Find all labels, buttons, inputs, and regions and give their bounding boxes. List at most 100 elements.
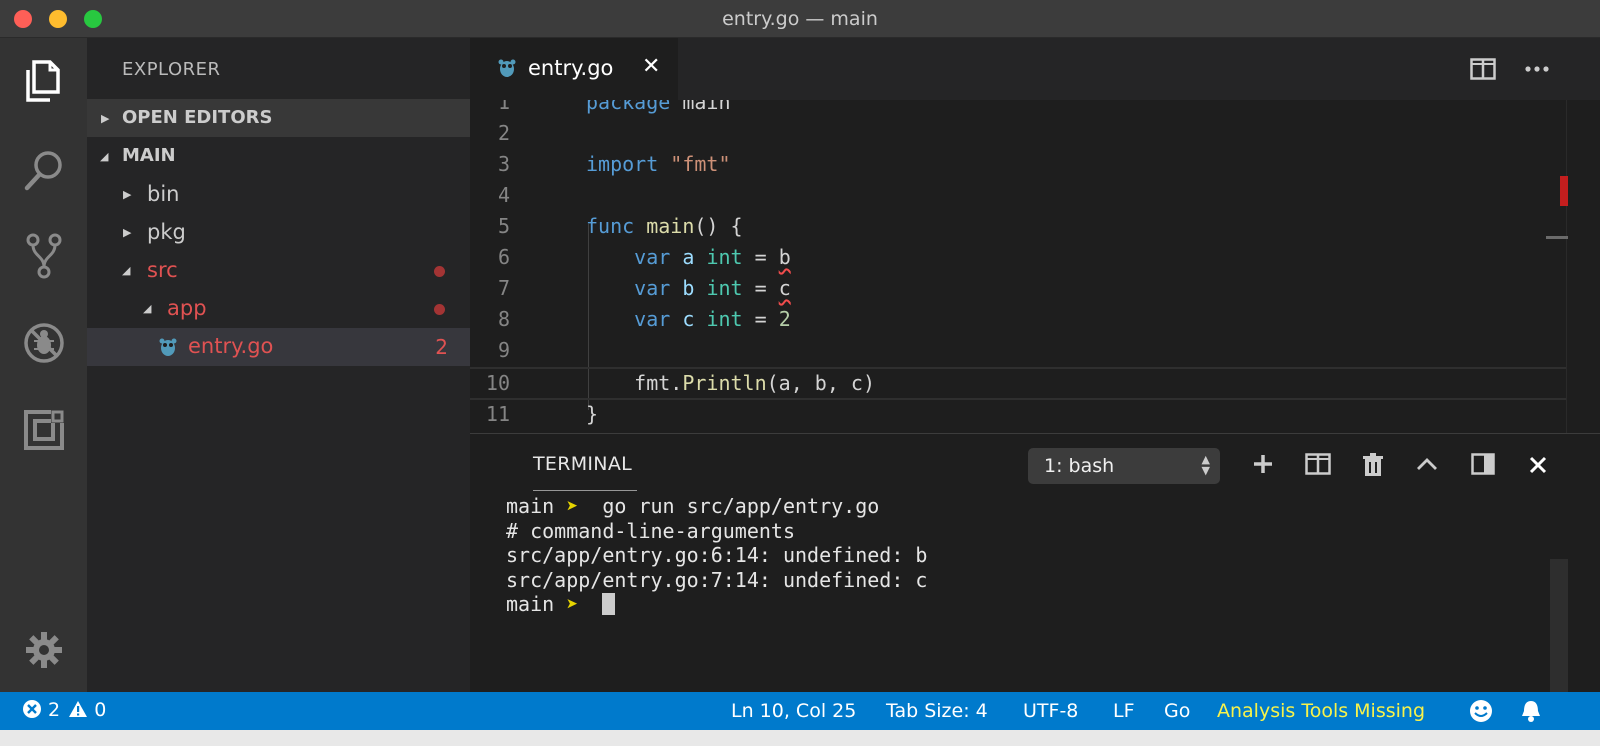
- prompt-arrow-icon: ➤: [566, 592, 579, 616]
- function-token: main: [646, 214, 695, 238]
- terminal-output[interactable]: main ➤ go run src/app/entry.go # command…: [506, 494, 927, 617]
- code-line-8: 8 var c int = 2: [470, 305, 1566, 336]
- identifier-token: main: [682, 100, 731, 114]
- tab-size[interactable]: Tab Size: 4: [886, 700, 988, 722]
- error-squiggle[interactable]: b: [779, 245, 791, 269]
- tree-item-label: pkg: [147, 220, 186, 244]
- line-number: 11: [485, 402, 510, 426]
- tree-item-label: entry.go: [188, 334, 274, 358]
- cursor-position[interactable]: Ln 10, Col 25: [731, 700, 856, 722]
- code-line-1: 1 package main: [470, 100, 1566, 119]
- identifier-token: b: [682, 276, 695, 300]
- editor-tab-bar: entry.go ✕: [470, 38, 1600, 100]
- new-terminal-icon[interactable]: [1252, 453, 1274, 475]
- output-line: src/app/entry.go:7:14: undefined: c: [506, 567, 928, 592]
- keyword-token: package: [586, 100, 671, 114]
- keyword-token: var: [634, 245, 671, 269]
- error-squiggle[interactable]: c: [779, 276, 791, 300]
- tab-entry-go[interactable]: entry.go ✕: [470, 38, 678, 100]
- line-number: 1: [497, 100, 510, 114]
- file-encoding[interactable]: UTF-8: [1023, 700, 1078, 722]
- explorer-sidebar: EXPLORER ▶ OPEN EDITORS ◢ MAIN ▶ bin ▶ p…: [87, 38, 470, 692]
- trash-icon[interactable]: [1362, 453, 1384, 477]
- number-token: 2: [778, 307, 791, 331]
- tree-item-bin[interactable]: ▶ bin: [87, 176, 470, 214]
- line-number: 10: [485, 371, 510, 395]
- tree-item-app[interactable]: ◢ app: [87, 290, 470, 328]
- chevron-right-icon: ▶: [123, 226, 132, 239]
- line-number: 6: [497, 245, 510, 269]
- close-icon[interactable]: ✕: [642, 54, 660, 79]
- warning-count: 0: [94, 699, 107, 721]
- problem-count-badge: 2: [435, 335, 448, 359]
- split-editor-icon[interactable]: [1470, 58, 1496, 80]
- search-icon[interactable]: [18, 144, 70, 196]
- keyword-token: var: [634, 276, 671, 300]
- active-tab-underline: [533, 490, 637, 491]
- tree-item-pkg[interactable]: ▶ pkg: [87, 214, 470, 252]
- chevron-down-icon: ◢: [143, 302, 152, 315]
- code-line-6: 6 var a int = b: [470, 243, 1566, 274]
- language-mode[interactable]: Go: [1164, 700, 1190, 722]
- end-of-line[interactable]: LF: [1113, 700, 1135, 722]
- error-icon: [23, 700, 41, 718]
- error-marker[interactable]: [1560, 176, 1568, 206]
- terminal-shell-select[interactable]: 1: bash ▲ ▼: [1028, 448, 1220, 484]
- title-bar: entry.go — main: [0, 0, 1600, 38]
- error-count: 2: [48, 699, 61, 721]
- punctuation-token: }: [586, 402, 599, 426]
- code-line-3: 3 import "fmt": [470, 150, 1566, 181]
- chevron-right-icon: ▶: [101, 112, 110, 125]
- explorer-title: EXPLORER: [122, 59, 221, 80]
- tab-terminal[interactable]: TERMINAL: [533, 453, 632, 475]
- debug-icon[interactable]: [18, 317, 70, 369]
- line-number: 3: [497, 152, 510, 176]
- close-icon[interactable]: [1529, 456, 1547, 474]
- toggle-panel-position-icon[interactable]: [1471, 453, 1495, 475]
- arguments-token: (a, b, c): [766, 371, 876, 395]
- code-line-10-current: 10 fmt.Println(a, b, c): [470, 367, 1566, 400]
- warning-icon: [69, 701, 88, 717]
- tree-item-label: src: [147, 258, 178, 282]
- analysis-tools-missing[interactable]: Analysis Tools Missing: [1217, 700, 1425, 722]
- type-token: int: [706, 245, 743, 269]
- package-token: fmt.: [634, 371, 683, 395]
- feedback-smiley-icon[interactable]: [1468, 699, 1494, 723]
- punctuation-token: () {: [694, 214, 743, 238]
- tree-item-src[interactable]: ◢ src: [87, 252, 470, 290]
- chevron-up-icon[interactable]: [1416, 457, 1438, 471]
- terminal-scrollbar[interactable]: [1550, 559, 1568, 693]
- problems-status[interactable]: 2 0: [22, 699, 106, 721]
- output-line: # command-line-arguments: [506, 518, 795, 543]
- more-actions-icon[interactable]: [1525, 66, 1549, 72]
- split-terminal-icon[interactable]: [1305, 453, 1331, 475]
- output-line: src/app/entry.go:6:14: undefined: b: [506, 543, 928, 567]
- window-bottom-edge: [0, 730, 1600, 746]
- tree-item-entry-go[interactable]: entry.go 2: [87, 328, 470, 366]
- gear-icon[interactable]: [18, 624, 70, 676]
- window-title: entry.go — main: [722, 8, 878, 30]
- identifier-token: c: [682, 307, 695, 331]
- source-control-icon[interactable]: [18, 230, 70, 282]
- function-token: Println: [682, 371, 767, 395]
- extensions-icon[interactable]: [18, 404, 70, 456]
- go-file-icon: [159, 338, 177, 356]
- select-arrows-icon: ▲ ▼: [1201, 453, 1210, 477]
- code-editor[interactable]: 1 package main 2 3 import "fmt" 4 5 func…: [470, 100, 1600, 433]
- terminal-shell-value: 1: bash: [1044, 455, 1115, 477]
- tree-item-label: bin: [147, 182, 180, 206]
- files-icon[interactable]: [18, 54, 70, 106]
- go-file-icon: [498, 59, 516, 77]
- line-number: 8: [497, 307, 510, 331]
- prompt-arrow-icon: ➤: [566, 494, 579, 518]
- code-line-11: 11 }: [470, 400, 1566, 431]
- operator-token: =: [742, 245, 779, 269]
- code-line-2: 2: [470, 119, 1566, 150]
- line-number: 5: [497, 214, 510, 238]
- bell-icon[interactable]: [1520, 699, 1542, 723]
- open-editors-section[interactable]: ▶ OPEN EDITORS: [87, 99, 470, 137]
- overview-ruler: [1566, 100, 1567, 433]
- main-folder-section[interactable]: ◢ MAIN: [87, 137, 470, 175]
- code-line-7: 7 var b int = c: [470, 274, 1566, 305]
- type-token: int: [706, 276, 743, 300]
